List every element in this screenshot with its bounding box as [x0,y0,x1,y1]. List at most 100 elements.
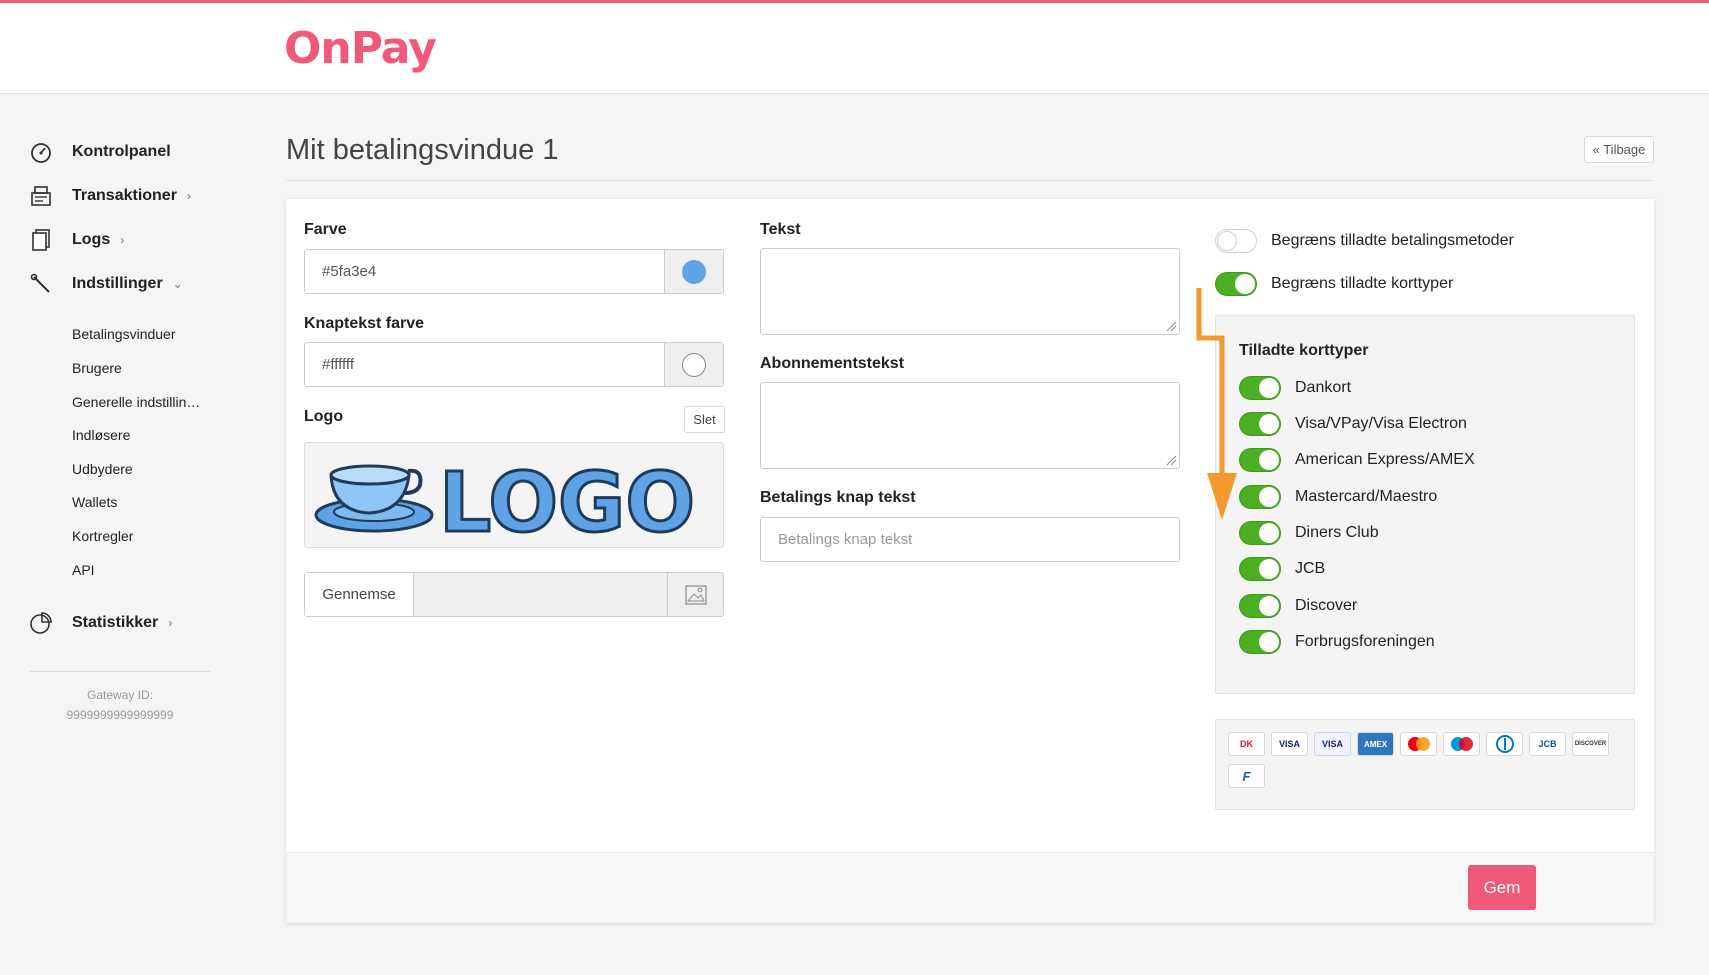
discover-icon: DISCOVER [1572,732,1609,756]
button-text-color-label: Knaptekst farve [304,315,425,332]
toggle-label: American Express/AMEX [1295,451,1475,468]
toggle-label: Discover [1295,597,1358,614]
sidebar-item-label: Statistikker [72,614,159,631]
toggle-label: JCB [1295,560,1326,577]
text-textarea[interactable] [760,248,1180,335]
toggle-label: Begræns tilladte korttyper [1271,275,1454,292]
card-toggle-amex[interactable]: American Express/AMEX [1239,448,1475,472]
toggle-switch[interactable] [1239,412,1281,436]
card-toggle-visa[interactable]: Visa/VPay/Visa Electron [1239,412,1467,436]
card-toggle-jcb[interactable]: JCB [1239,557,1325,581]
amex-icon: AMEX [1357,732,1394,756]
card-footer: Gem [286,852,1654,923]
subscription-textarea[interactable] [760,382,1180,469]
pay-button-text-input[interactable]: Betalings knap tekst [760,517,1180,562]
toggle-label: Begræns tilladte betalingsmetoder [1271,232,1514,249]
text-label: Tekst [760,221,801,238]
sidebar-subitem-kortregler[interactable]: Kortregler [72,528,133,544]
sidebar-item-label: Logs [72,231,111,248]
onpay-logo[interactable]: OnPay [284,23,437,74]
button-text-color-picker-button[interactable] [664,343,723,386]
subscription-label: Abonnementstekst [760,355,905,372]
resize-grip-icon[interactable] [1165,454,1177,466]
toggle-switch[interactable] [1215,229,1257,253]
card-toggle-dankort[interactable]: Dankort [1239,376,1351,400]
sidebar-subitem-api[interactable]: API [72,562,95,578]
gateway-id: Gateway ID: 9999999999999999 [30,685,210,725]
sidebar-subitem-indlosere[interactable]: Indløsere [72,427,130,443]
sidebar-item-kontrolpanel[interactable]: Kontrolpanel [27,137,171,167]
documents-icon [27,226,55,254]
logo-preview: LOGO [304,442,724,548]
file-path-field[interactable] [414,573,667,616]
sidebar-item-label: Kontrolpanel [72,143,171,160]
toggle-label: Diners Club [1295,524,1379,541]
save-button[interactable]: Gem [1468,865,1536,910]
mastercard-icon [1400,732,1437,756]
sidebar-subitem-udbydere[interactable]: Udbydere [72,461,133,477]
toggle-switch[interactable] [1239,448,1281,472]
card-toggle-forbrugsforeningen[interactable]: Forbrugsforeningen [1239,630,1435,654]
sidebar-subitem-generelle-indstillinger[interactable]: Generelle indstillin… [72,394,200,410]
sidebar-subitem-brugere[interactable]: Brugere [72,360,122,376]
toggle-switch[interactable] [1239,594,1281,618]
toggle-switch[interactable] [1239,557,1281,581]
sidebar: Kontrolpanel Transaktioner › Logs › Inds… [0,94,230,975]
speedometer-icon [27,138,55,166]
sidebar-item-indstillinger[interactable]: Indstillinger ⌄ [27,269,183,299]
color-picker-button[interactable] [664,250,723,293]
restrict-cardtypes-toggle[interactable]: Begræns tilladte korttyper [1215,272,1453,296]
gateway-id-label: Gateway ID: [86,688,154,702]
sidebar-item-transaktioner[interactable]: Transaktioner › [27,181,191,211]
back-button[interactable]: « Tilbage [1584,136,1654,163]
sidebar-item-label: Transaktioner [72,187,177,204]
button-text-color-input[interactable]: #ffffff [305,343,664,386]
logo-text: LOGO [439,456,695,543]
color-input[interactable]: #5fa3e4 [305,250,664,293]
toggle-label: Forbrugsforeningen [1295,633,1435,650]
gateway-id-value: 9999999999999999 [66,708,174,722]
chevron-right-icon: › [186,189,191,203]
color-input-group: #5fa3e4 [304,249,724,294]
sidebar-subitem-betalingsvinduer[interactable]: Betalingsvinduer [72,326,176,342]
toggle-switch[interactable] [1239,630,1281,654]
delete-logo-button[interactable]: Slet [684,406,725,433]
settings-card: Farve #5fa3e4 Knaptekst farve #ffffff Lo… [286,199,1654,923]
chevron-right-icon: › [168,616,173,630]
page-title: Mit betalingsvindue 1 [286,134,559,166]
card-icons-panel: DK VISA VISA AMEX JCB DISCOVER F [1215,719,1635,810]
jcb-icon: JCB [1529,732,1566,756]
sidebar-subitem-wallets[interactable]: Wallets [72,494,117,510]
toggle-label: Dankort [1295,379,1352,396]
pie-chart-icon [27,609,55,637]
browse-button[interactable]: Gennemse [305,573,414,616]
toggle-switch[interactable] [1239,376,1281,400]
resize-grip-icon[interactable] [1165,320,1177,332]
visa-icon: VISA [1271,732,1308,756]
card-toggle-discover[interactable]: Discover [1239,594,1357,618]
toggle-label: Mastercard/Maestro [1295,488,1438,505]
pay-button-text-label: Betalings knap tekst [760,489,916,506]
title-divider [286,180,1654,181]
sidebar-item-label: Indstillinger [72,275,163,292]
toggle-switch[interactable] [1239,485,1281,509]
toggle-switch[interactable] [1239,521,1281,545]
sidebar-divider [30,671,210,672]
browse-file-group: Gennemse [304,572,724,617]
maestro-icon [1443,732,1480,756]
sidebar-item-statistikker[interactable]: Statistikker › [27,608,172,638]
image-icon[interactable] [667,573,723,616]
chevron-right-icon: › [120,233,125,247]
allowed-cardtypes-panel: Tilladte korttyper Dankort Visa/VPay/Vis… [1215,315,1635,694]
forbrugsforeningen-icon: F [1228,764,1265,788]
annotation-arrow-icon [1196,288,1237,520]
wrench-icon [27,270,55,298]
chevron-down-icon: ⌄ [172,277,183,291]
color-swatch-icon [682,352,706,377]
panel-title: Tilladte korttyper [1239,342,1369,359]
restrict-methods-toggle[interactable]: Begræns tilladte betalingsmetoder [1215,229,1514,253]
register-icon [27,182,55,210]
card-toggle-mastercard[interactable]: Mastercard/Maestro [1239,485,1437,509]
card-toggle-diners[interactable]: Diners Club [1239,521,1379,545]
sidebar-item-logs[interactable]: Logs › [27,225,124,255]
